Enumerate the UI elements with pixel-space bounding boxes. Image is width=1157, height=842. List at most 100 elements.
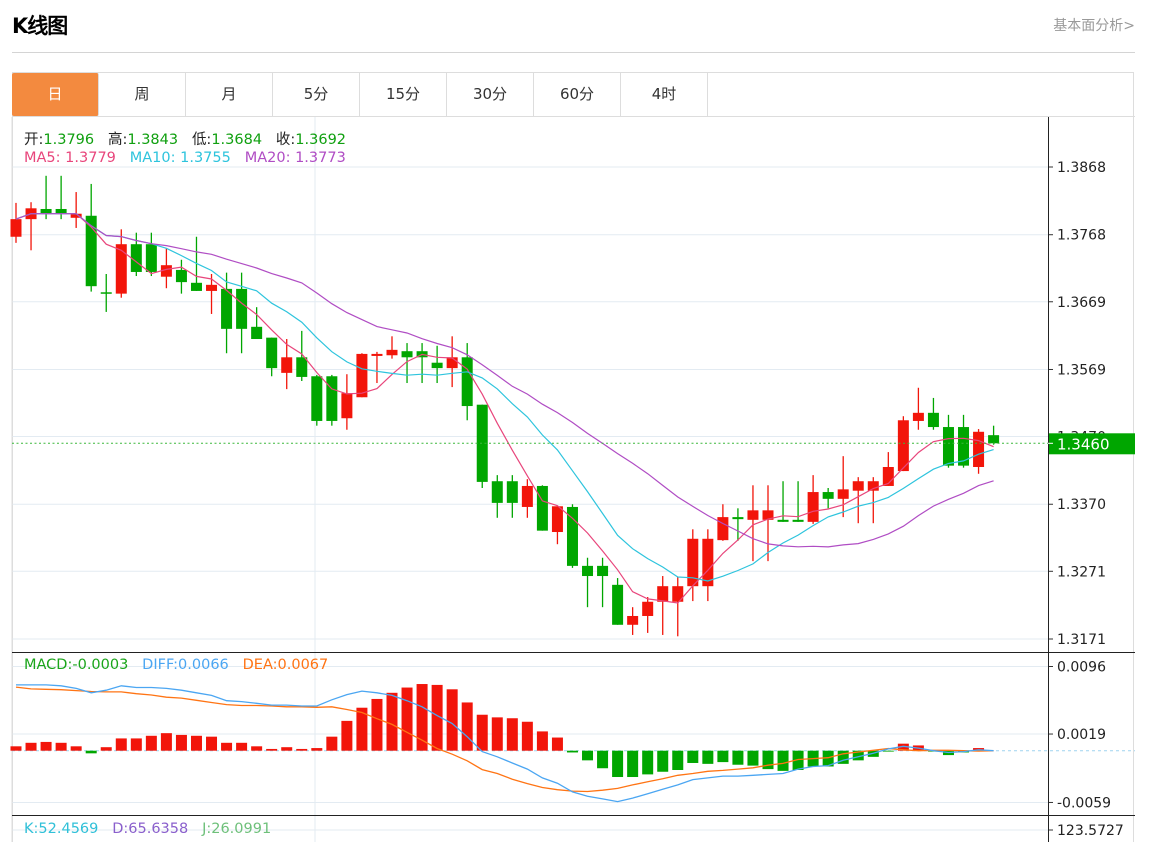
candle-body bbox=[115, 244, 127, 294]
high-value: 1.3843 bbox=[127, 132, 179, 148]
candle-body bbox=[582, 565, 594, 577]
candle bbox=[582, 557, 594, 608]
macd-bar bbox=[551, 737, 563, 751]
dea-label: DEA: bbox=[242, 657, 278, 673]
candle bbox=[597, 557, 609, 608]
candle bbox=[296, 330, 308, 381]
ma10-value: 1.3755 bbox=[180, 150, 231, 166]
candle bbox=[627, 607, 639, 635]
candle bbox=[25, 202, 37, 251]
candle bbox=[100, 273, 112, 312]
macd-bar bbox=[597, 750, 609, 769]
candle bbox=[566, 504, 578, 568]
candle-body bbox=[386, 349, 398, 356]
candle bbox=[356, 353, 368, 398]
macd-bar bbox=[717, 750, 729, 763]
candle-body bbox=[236, 288, 248, 329]
candle bbox=[145, 232, 157, 277]
candle bbox=[973, 429, 985, 474]
macd-bar bbox=[281, 747, 293, 751]
candle bbox=[867, 477, 879, 524]
ma5-label: MA5: bbox=[24, 150, 61, 166]
macd-bar bbox=[70, 746, 82, 751]
macd-bar bbox=[100, 747, 112, 751]
candle bbox=[642, 597, 654, 633]
macd-bar bbox=[175, 734, 187, 751]
candle bbox=[882, 452, 894, 486]
candle-body bbox=[867, 481, 879, 491]
open-value: 1.3796 bbox=[43, 132, 95, 148]
close-label: 收: bbox=[275, 132, 296, 148]
macd-bar bbox=[160, 733, 172, 751]
candle-body bbox=[642, 601, 654, 616]
d-value: 65.6358 bbox=[128, 821, 189, 837]
y-tick-label: 1.3171 bbox=[1057, 632, 1106, 648]
candle-body bbox=[777, 519, 789, 522]
candle-body bbox=[40, 208, 52, 214]
candle-body bbox=[296, 357, 308, 377]
candle bbox=[40, 175, 52, 220]
macd-bar bbox=[296, 748, 308, 751]
candle bbox=[55, 175, 67, 220]
candle bbox=[837, 456, 849, 518]
macd-bar bbox=[521, 721, 533, 751]
candle bbox=[371, 351, 383, 384]
candle-body bbox=[371, 353, 383, 356]
candle-body bbox=[175, 269, 187, 283]
candle bbox=[221, 272, 233, 354]
ma10-label: MA10: bbox=[129, 150, 176, 166]
candle bbox=[175, 259, 187, 294]
candle-body bbox=[145, 244, 157, 272]
candle bbox=[717, 504, 729, 541]
candle bbox=[446, 336, 458, 388]
candle-body bbox=[311, 376, 323, 421]
candle-body bbox=[326, 376, 338, 421]
macd-y-tick-label: -0.0059 bbox=[1057, 795, 1111, 811]
candle bbox=[311, 374, 323, 426]
macd-bar bbox=[747, 750, 759, 766]
macd-bar bbox=[25, 742, 37, 751]
j-value: 26.0991 bbox=[211, 821, 272, 837]
macd-bar bbox=[221, 742, 233, 751]
candle-body bbox=[491, 481, 503, 503]
candle-body bbox=[506, 481, 518, 503]
macd-y-tick-label: 0.0096 bbox=[1057, 659, 1106, 675]
d-label: D: bbox=[112, 821, 129, 837]
macd-bar bbox=[190, 735, 202, 751]
candle bbox=[476, 404, 488, 488]
candle bbox=[551, 506, 563, 545]
close-value: 1.3692 bbox=[295, 132, 347, 148]
macd-bar bbox=[506, 718, 518, 751]
macd-bar bbox=[582, 750, 594, 761]
kline-chart[interactable]: 1.38681.37681.36691.35691.34701.33701.32… bbox=[0, 0, 1157, 842]
candle bbox=[672, 576, 684, 637]
macd-bar bbox=[341, 720, 353, 751]
candle-body bbox=[807, 492, 819, 522]
candle-body bbox=[521, 485, 533, 507]
y-tick-label: 1.3768 bbox=[1057, 228, 1106, 244]
macd-bar bbox=[130, 738, 142, 751]
macd-value: -0.0003 bbox=[72, 657, 129, 673]
candle-body bbox=[702, 538, 714, 587]
macd-bar bbox=[627, 750, 639, 778]
macd-bar bbox=[386, 692, 398, 751]
kdj-readout: K:52.4569 D:65.6358 J:26.0991 bbox=[24, 821, 271, 837]
j-label: J: bbox=[202, 821, 212, 837]
candle bbox=[326, 374, 338, 426]
candle-body bbox=[597, 565, 609, 577]
low-value: 1.3684 bbox=[211, 132, 263, 148]
candle-body bbox=[912, 412, 924, 421]
macd-bar bbox=[446, 689, 458, 751]
k-label: K: bbox=[24, 821, 39, 837]
y-tick-label: 1.3868 bbox=[1057, 160, 1106, 176]
open-label: 开: bbox=[24, 132, 44, 148]
k-value: 52.4569 bbox=[38, 821, 99, 837]
candle bbox=[416, 343, 428, 384]
macd-bar bbox=[251, 746, 263, 751]
macd-bar bbox=[10, 746, 22, 751]
y-tick-label: 1.3569 bbox=[1057, 362, 1106, 378]
candle bbox=[521, 479, 533, 518]
dea-value: 0.0067 bbox=[277, 657, 329, 673]
macd-bar bbox=[536, 731, 548, 751]
candle-body bbox=[822, 492, 834, 499]
